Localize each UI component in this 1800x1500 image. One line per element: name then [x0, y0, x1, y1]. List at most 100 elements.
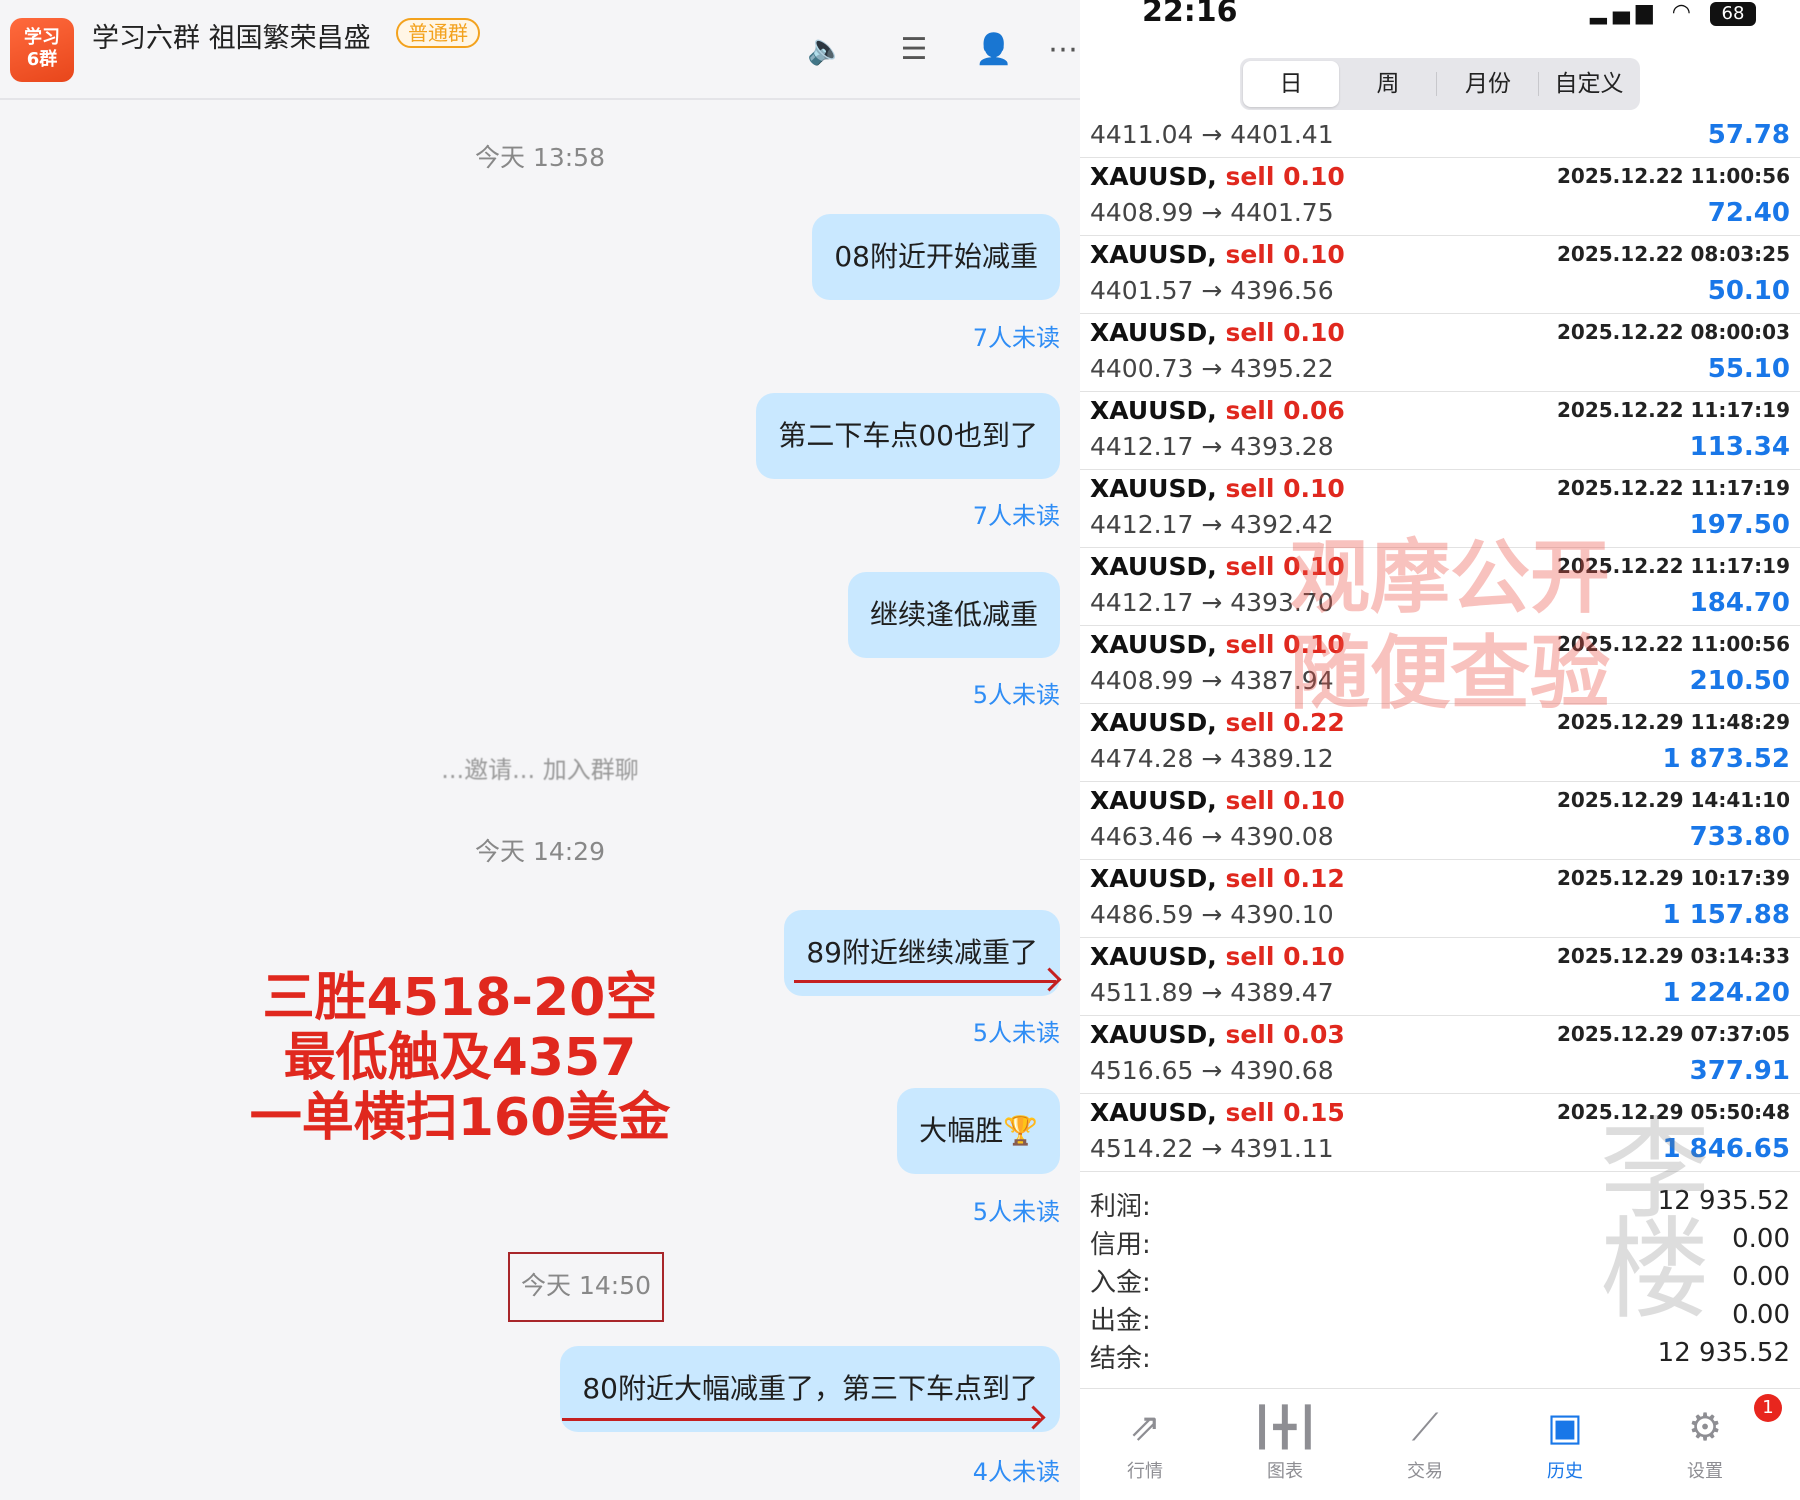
tab-separator — [1436, 72, 1437, 96]
nav-label: 历史 — [1547, 1461, 1583, 1482]
nav-item-chart[interactable]: ┃╋┃ 图表 — [1230, 1403, 1340, 1483]
more-icon[interactable]: ⋯ — [1046, 30, 1080, 70]
trade-row-partial[interactable]: 4411.04 → 4401.41 57.78 — [1080, 120, 1800, 158]
trade-date: 2025.12.29 07:37:05 — [1557, 1022, 1790, 1046]
unread-count[interactable]: 5人未读 — [973, 1192, 1060, 1227]
symbol-text: XAUUSD, — [1090, 864, 1217, 893]
trade-row[interactable]: XAUUSD, sell 0.10 2025.12.22 11:00:56 4408… — [1080, 158, 1800, 236]
message-bubble[interactable]: 08附近开始减重 — [812, 214, 1060, 300]
add-user-icon[interactable]: 👤 — [974, 30, 1014, 70]
unread-count[interactable]: 4人未读 — [973, 1452, 1060, 1487]
tab-week[interactable]: 周 — [1340, 61, 1436, 107]
symbol-text: XAUUSD, — [1090, 942, 1217, 971]
symbol-text: XAUUSD, — [1090, 396, 1217, 425]
symbol-text: XAUUSD, — [1090, 240, 1217, 269]
tab-custom[interactable]: 自定义 — [1540, 61, 1638, 107]
trade-side: sell 0.06 — [1225, 396, 1345, 425]
trade-date: 2025.12.29 14:41:10 — [1557, 788, 1790, 812]
symbol-text: XAUUSD, — [1090, 1098, 1217, 1127]
summary-row: 结余: 12 935.52 — [1080, 1338, 1800, 1376]
nav-item-trade[interactable]: ⟋ 交易 — [1370, 1403, 1480, 1483]
trade-profit: 1 157.88 — [1662, 900, 1790, 930]
message-bubble[interactable]: 第二下车点00也到了 — [756, 393, 1060, 479]
trade-prices: 4400.73 → 4395.22 — [1090, 354, 1334, 383]
trade-row[interactable]: XAUUSD, sell 0.03 2025.12.29 07:37:05 4516… — [1080, 1016, 1800, 1094]
trade-side: sell 0.12 — [1225, 864, 1345, 893]
chart-icon: ┃╋┃ — [1250, 1405, 1320, 1449]
underline-arrow — [794, 980, 1056, 983]
message-bubble[interactable]: 89附近继续减重了 — [784, 910, 1060, 996]
settings-icon: ⚙ — [1687, 1405, 1723, 1449]
symbol-text: XAUUSD, — [1090, 630, 1217, 659]
trade-prices: 4511.89 → 4389.47 — [1090, 978, 1334, 1007]
trade-row[interactable]: XAUUSD, sell 0.10 2025.12.29 03:14:33 4511… — [1080, 938, 1800, 1016]
trade-profit: 57.78 — [1707, 120, 1790, 150]
summary-label: 利润: — [1090, 1192, 1151, 1222]
summary-label: 信用: — [1090, 1230, 1151, 1260]
nav-label: 设置 — [1687, 1461, 1723, 1482]
period-tabs: 日 周 月份 自定义 — [1240, 58, 1640, 110]
underline-arrow — [562, 1418, 1040, 1421]
nav-item-settings[interactable]: ⚙ 设置 — [1650, 1403, 1760, 1483]
trade-date: 2025.12.22 11:17:19 — [1557, 476, 1790, 500]
symbol-text: XAUUSD, — [1090, 318, 1217, 347]
wifi-icon: ◠ — [1671, 0, 1697, 25]
bottom-navigation: ⇗ 行情 ┃╋┃ 图表 ⟋ 交易 ▣ 历史 ⚙ 设置 — [1080, 1388, 1800, 1500]
overlay-line: 最低触及4357 — [283, 1028, 637, 1088]
summary-label: 结余: — [1090, 1344, 1151, 1374]
speaker-icon[interactable]: 🔈 — [806, 30, 846, 70]
trade-row[interactable]: XAUUSD, sell 0.10 2025.12.22 08:03:25 4401… — [1080, 236, 1800, 314]
unread-count[interactable]: 7人未读 — [973, 496, 1060, 531]
trade-symbol: XAUUSD, sell 0.10 — [1090, 162, 1345, 191]
overlay-line: 三胜4518-20空 — [262, 968, 658, 1028]
trade-profit: 733.80 — [1689, 822, 1790, 852]
watermark-text: 观摩公开 随便查验 — [1290, 530, 1610, 722]
trade-row[interactable]: XAUUSD, sell 0.06 2025.12.22 11:17:19 4412… — [1080, 392, 1800, 470]
symbol-text: XAUUSD, — [1090, 552, 1217, 581]
chat-header: 学习 6群 学习六群 祖国繁荣昌盛 普通群 🔈 ☰ 👤 ⋯ — [0, 0, 1080, 100]
trade-symbol: XAUUSD, sell 0.10 — [1090, 942, 1345, 971]
status-icons: ▂▄▆ ◠ 68 — [1590, 0, 1756, 26]
trade-row[interactable]: XAUUSD, sell 0.12 2025.12.29 10:17:39 4486… — [1080, 860, 1800, 938]
signal-icon: ▂▄▆ — [1590, 0, 1659, 25]
message-bubble[interactable]: 继续逢低减重 — [847, 572, 1060, 658]
trade-icon: ⟋ — [1411, 1405, 1439, 1449]
nav-label: 图表 — [1267, 1461, 1303, 1482]
trade-symbol: XAUUSD, sell 0.10 — [1090, 318, 1345, 347]
trade-row[interactable]: XAUUSD, sell 0.10 2025.12.29 14:41:10 4463… — [1080, 782, 1800, 860]
status-bar: 22:16 ▂▄▆ ◠ 68 — [1080, 0, 1800, 50]
trade-profit: 1 224.20 — [1662, 978, 1790, 1008]
tab-separator — [1538, 72, 1539, 96]
group-type-badge: 普通群 — [396, 18, 480, 48]
battery-icon: 68 — [1710, 2, 1756, 26]
trade-prices: 4514.22 → 4391.11 — [1090, 1134, 1334, 1163]
search-list-icon[interactable]: ☰ — [894, 30, 934, 70]
nav-item-history[interactable]: ▣ 历史 — [1510, 1403, 1620, 1483]
symbol-text: XAUUSD, — [1090, 786, 1217, 815]
tab-month[interactable]: 月份 — [1438, 61, 1538, 107]
overlay-annotation: 三胜4518-20空 最低触及4357 一单横扫160美金 — [200, 968, 720, 1148]
nav-label: 交易 — [1407, 1461, 1443, 1482]
trade-prices: 4408.99 → 4401.75 — [1090, 198, 1334, 227]
message-bubble[interactable]: 大幅胜🏆 — [897, 1088, 1060, 1174]
unread-count[interactable]: 5人未读 — [973, 675, 1060, 710]
quotes-icon: ⇗ — [1129, 1405, 1161, 1449]
chat-panel: 学习 6群 学习六群 祖国繁荣昌盛 普通群 🔈 ☰ 👤 ⋯ 今天 13:58 0… — [0, 0, 1080, 1500]
trade-row[interactable]: XAUUSD, sell 0.10 2025.12.22 08:00:03 4400… — [1080, 314, 1800, 392]
summary-label: 入金: — [1090, 1268, 1151, 1298]
trade-symbol: XAUUSD, sell 0.15 — [1090, 1098, 1345, 1127]
group-avatar[interactable]: 学习 6群 — [10, 18, 74, 82]
tab-day[interactable]: 日 — [1243, 61, 1339, 107]
unread-count[interactable]: 7人未读 — [973, 318, 1060, 353]
nav-item-quotes[interactable]: ⇗ 行情 — [1090, 1403, 1200, 1483]
trade-side: sell 0.10 — [1225, 474, 1345, 503]
avatar-line-1: 学习 — [24, 27, 60, 48]
unread-count[interactable]: 5人未读 — [973, 1013, 1060, 1048]
highlighted-timestamp: 今天 14:50 — [508, 1252, 664, 1322]
trade-prices: 4412.17 → 4393.28 — [1090, 432, 1334, 461]
trade-prices: 4411.04 → 4401.41 — [1090, 120, 1334, 149]
trade-prices: 4401.57 → 4396.56 — [1090, 276, 1334, 305]
trade-profit: 1 873.52 — [1662, 744, 1790, 774]
symbol-text: XAUUSD, — [1090, 162, 1217, 191]
trade-side: sell 0.10 — [1225, 240, 1345, 269]
